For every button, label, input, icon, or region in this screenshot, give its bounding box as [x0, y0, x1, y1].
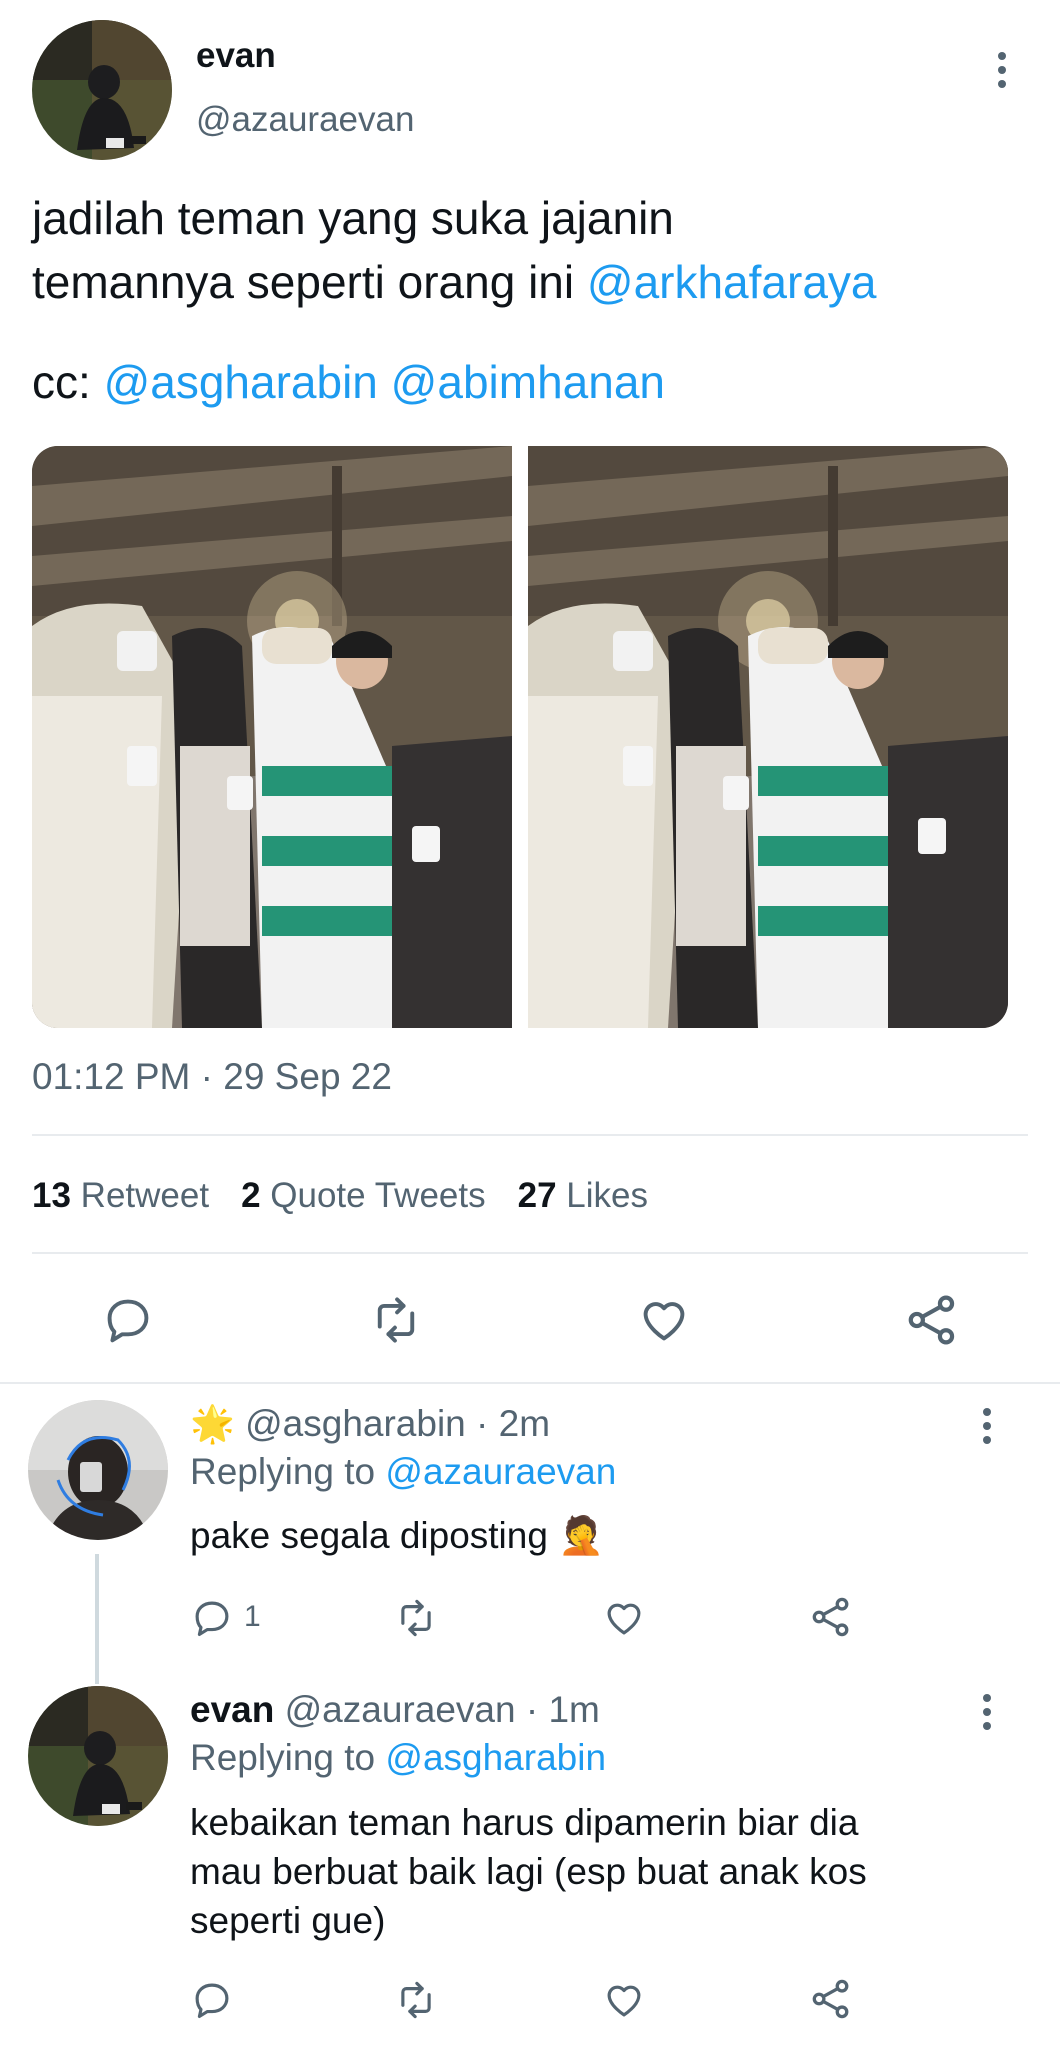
reply-author-name[interactable]: evan	[190, 1689, 274, 1730]
tweet-text-line2: temannya seperti orang ini @arkhafaraya	[32, 250, 877, 314]
replying-to-mention[interactable]: @asgharabin	[385, 1737, 606, 1778]
more-vertical-icon[interactable]	[983, 1408, 991, 1444]
author-name[interactable]: evan	[196, 36, 276, 76]
replying-to-label: Replying to	[190, 1737, 386, 1778]
reply-icon[interactable]	[188, 1976, 236, 2024]
mention-abimhanan[interactable]: @abimhanan	[391, 356, 665, 408]
facepalm-emoji-icon: 🤦	[558, 1515, 605, 1556]
reply-text-line2: mau berbuat baik lagi (esp buat anak kos	[190, 1851, 867, 1892]
author-avatar[interactable]	[32, 20, 172, 160]
tweet-text-line2-prefix: temannya seperti orang ini	[32, 256, 587, 308]
reply-handle[interactable]: @asgharabin	[245, 1403, 466, 1444]
reply-icon[interactable]	[188, 1594, 236, 1642]
retweet-icon[interactable]	[364, 1292, 428, 1348]
more-vertical-icon[interactable]	[983, 1694, 991, 1730]
section-divider	[0, 1382, 1060, 1384]
thread-line	[95, 1554, 99, 1684]
divider	[32, 1252, 1028, 1254]
tweet-timestamp[interactable]: 01:12 PM · 29 Sep 22	[32, 1056, 392, 1098]
replying-to-line: Replying to @asgharabin	[190, 1734, 606, 1782]
tweet-text: jadilah teman yang suka jajanin temannya…	[32, 186, 877, 314]
likes-count: 27	[517, 1176, 557, 1215]
share-icon[interactable]	[900, 1290, 964, 1350]
reply-avatar[interactable]	[28, 1686, 168, 1826]
sparkle-badge-icon: 🌟	[190, 1403, 235, 1444]
reply-header: evan @azauraevan · 1m	[190, 1686, 600, 1734]
retweet-icon[interactable]	[390, 1976, 442, 2024]
tweet-stats: 13 Retweet 2 Quote Tweets 27 Likes	[32, 1176, 648, 1216]
tweet-cc-line: cc: @asgharabin @abimhanan	[32, 350, 665, 414]
retweet-icon[interactable]	[390, 1594, 442, 1642]
tweet-text-line1: jadilah teman yang suka jajanin	[32, 192, 674, 244]
reply-text-body: pake segala diposting	[190, 1515, 548, 1556]
author-handle[interactable]: @azauraevan	[196, 100, 414, 140]
reply-text-line3: seperti gue)	[190, 1900, 386, 1941]
heart-icon[interactable]	[600, 1594, 648, 1642]
likes-label: Likes	[566, 1176, 648, 1215]
reply-avatar[interactable]	[28, 1400, 168, 1540]
reply-header: 🌟 @asgharabin · 2m	[190, 1400, 550, 1448]
quotes-label: Quote Tweets	[270, 1176, 486, 1215]
replying-to-line: Replying to @azauraevan	[190, 1448, 616, 1496]
reply-handle[interactable]: @azauraevan	[285, 1689, 516, 1730]
mention-asgharabin[interactable]: @asgharabin	[104, 356, 378, 408]
cc-prefix: cc:	[32, 356, 104, 408]
reply-text: pake segala diposting 🤦	[190, 1512, 604, 1560]
reply-text-line1: kebaikan teman harus dipamerin biar dia	[190, 1802, 859, 1843]
retweets-stat[interactable]: 13 Retweet	[32, 1176, 209, 1215]
replying-to-mention[interactable]: @azauraevan	[385, 1451, 616, 1492]
divider	[32, 1134, 1028, 1136]
tweet-photo-1[interactable]	[32, 446, 512, 1028]
tweet-photo-2[interactable]	[528, 446, 1008, 1028]
retweets-label: Retweet	[80, 1176, 210, 1215]
quotes-stat[interactable]: 2 Quote Tweets	[241, 1176, 486, 1215]
quotes-count: 2	[241, 1176, 261, 1215]
retweets-count: 13	[32, 1176, 71, 1215]
heart-icon[interactable]	[634, 1292, 694, 1348]
reply-time[interactable]: · 1m	[526, 1689, 600, 1730]
share-icon[interactable]	[806, 1974, 856, 2024]
reply-icon[interactable]	[98, 1292, 158, 1348]
reply-count: 1	[244, 1600, 261, 1633]
mention-arkhafaraya[interactable]: @arkhafaraya	[587, 256, 877, 308]
reply-time[interactable]: · 2m	[476, 1403, 550, 1444]
more-vertical-icon[interactable]	[998, 52, 1006, 88]
likes-stat[interactable]: 27 Likes	[518, 1176, 648, 1215]
replying-to-label: Replying to	[190, 1451, 386, 1492]
share-icon[interactable]	[806, 1592, 856, 1642]
reply-text: kebaikan teman harus dipamerin biar dia …	[190, 1798, 867, 1945]
heart-icon[interactable]	[600, 1976, 648, 2024]
